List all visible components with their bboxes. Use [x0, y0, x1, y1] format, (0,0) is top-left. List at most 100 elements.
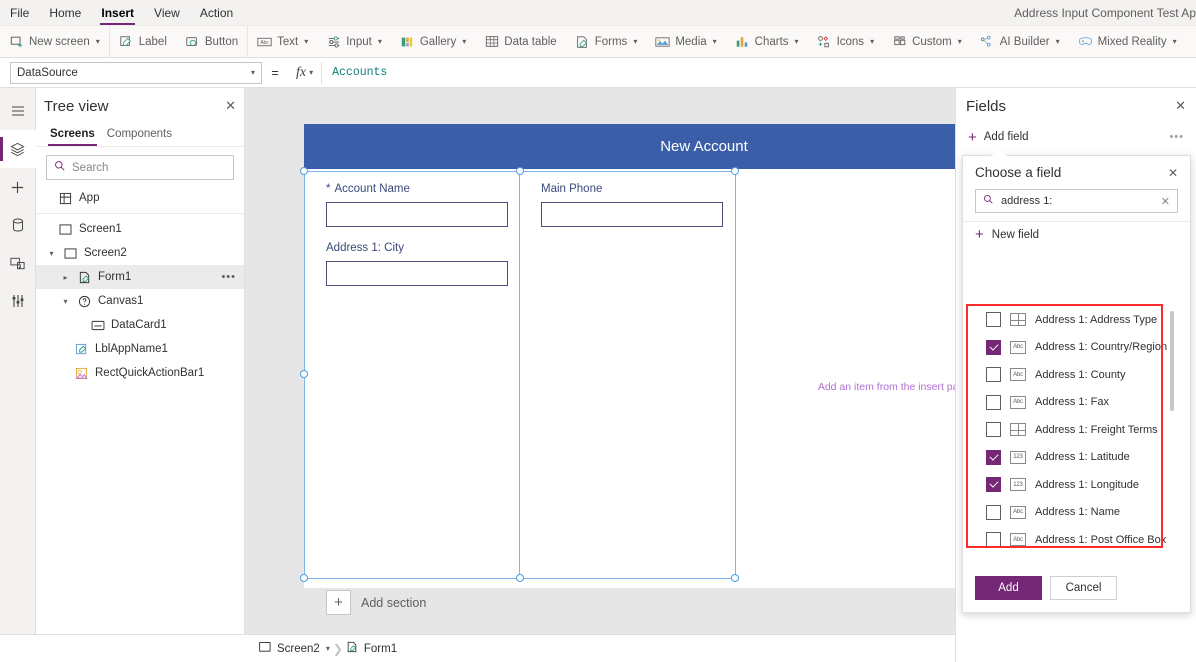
- new-screen-icon: [9, 34, 24, 49]
- tree-node-canvas1[interactable]: ▾ Canvas1: [36, 289, 244, 313]
- clear-icon[interactable]: ✕: [1161, 195, 1170, 208]
- cancel-button[interactable]: Cancel: [1050, 576, 1117, 600]
- form1[interactable]: * Account Name Main Phone Address 1: City…: [304, 171, 736, 615]
- hamburger-menu-icon[interactable]: [0, 92, 36, 130]
- breadcrumb-screen[interactable]: Screen2 ▾: [259, 642, 330, 655]
- chevron-right-icon[interactable]: ▸: [60, 273, 71, 282]
- forms-button[interactable]: Forms ▾: [566, 26, 647, 58]
- tree-node-app[interactable]: App: [36, 186, 244, 210]
- field-list-scrollbar[interactable]: [1170, 311, 1174, 411]
- button-button[interactable]: Button: [176, 26, 247, 58]
- field-row-country-region[interactable]: Abc Address 1: Country/Region: [967, 334, 1181, 362]
- media-button[interactable]: Media ▾: [646, 26, 725, 58]
- advanced-tools-icon[interactable]: [0, 282, 36, 320]
- field-checkbox[interactable]: [986, 367, 1001, 383]
- field-checkbox[interactable]: [986, 422, 1001, 438]
- field-row-fax[interactable]: Abc Address 1: Fax: [967, 389, 1181, 417]
- field-input-account-name[interactable]: [326, 202, 508, 227]
- close-icon[interactable]: ✕: [1175, 98, 1186, 114]
- breadcrumb-form[interactable]: Form1: [346, 641, 397, 656]
- field-row-name[interactable]: Abc Address 1: Name: [967, 499, 1181, 527]
- datacard-main-phone[interactable]: Main Phone: [541, 183, 723, 227]
- canvas-area[interactable]: New Account * Account Name Main Phone Ad…: [245, 88, 955, 634]
- field-type-text-icon: Abc: [1010, 395, 1026, 409]
- breadcrumb-form-label: Form1: [363, 642, 398, 655]
- data-table-button[interactable]: Data table: [475, 26, 565, 58]
- add-button[interactable]: Add: [975, 576, 1042, 600]
- tree-view-icon[interactable]: [0, 130, 36, 168]
- datacard-account-name[interactable]: * Account Name: [326, 183, 508, 227]
- field-row-longitude[interactable]: 123 Address 1: Longitude: [967, 471, 1181, 499]
- formula-input[interactable]: Accounts: [322, 62, 1196, 84]
- close-icon[interactable]: ✕: [1168, 166, 1178, 180]
- field-checkbox[interactable]: [986, 504, 1001, 520]
- close-icon[interactable]: ✕: [225, 98, 236, 114]
- fx-button[interactable]: fx ▾: [288, 61, 323, 84]
- chevron-down-icon[interactable]: ▾: [60, 297, 71, 306]
- field-checkbox[interactable]: [986, 312, 1001, 328]
- media-library-icon[interactable]: [0, 244, 36, 282]
- field-row-latitude[interactable]: 123 Address 1: Latitude: [967, 444, 1181, 472]
- app-screen[interactable]: New Account * Account Name Main Phone Ad…: [300, 124, 955, 615]
- tree-node-datacard1[interactable]: DataCard1: [36, 313, 244, 337]
- status-bar-left-fill: [0, 634, 245, 662]
- field-row-freight-terms[interactable]: Address 1: Freight Terms: [967, 416, 1181, 444]
- field-checkbox[interactable]: [986, 339, 1001, 355]
- icons-button[interactable]: Icons ▾: [808, 26, 884, 58]
- field-checkbox[interactable]: [986, 532, 1001, 548]
- ai-builder-button[interactable]: AI Builder ▾: [971, 26, 1069, 58]
- input-button[interactable]: Input ▾: [317, 26, 391, 58]
- field-input-main-phone[interactable]: [541, 202, 723, 227]
- new-screen-button[interactable]: New screen ▾: [0, 26, 109, 58]
- datacard-address1-city[interactable]: Address 1: City: [326, 242, 508, 286]
- menu-item-action[interactable]: Action: [190, 0, 243, 26]
- search-input[interactable]: Search: [46, 155, 234, 180]
- tab-screens[interactable]: Screens: [44, 124, 101, 146]
- field-checkbox[interactable]: [986, 449, 1001, 465]
- app-header-bar[interactable]: New Account: [304, 124, 955, 169]
- field-checkbox[interactable]: [986, 394, 1001, 410]
- custom-button[interactable]: Custom ▾: [883, 26, 971, 58]
- insert-icon[interactable]: [0, 168, 36, 206]
- menu-item-file[interactable]: File: [0, 0, 39, 26]
- mixed-reality-button[interactable]: Mixed Reality ▾: [1069, 26, 1186, 58]
- tree-node-form1[interactable]: ▸ Form1 •••: [36, 265, 244, 289]
- charts-button[interactable]: Charts ▾: [726, 26, 808, 58]
- chevron-down-icon[interactable]: ▾: [46, 249, 57, 258]
- field-type-text-icon: Abc: [1010, 533, 1026, 547]
- chevron-down-icon: ▾: [377, 37, 382, 46]
- chevron-down-icon: ▾: [1055, 37, 1060, 46]
- field-checkbox[interactable]: [986, 477, 1001, 493]
- menu-item-insert[interactable]: Insert: [91, 0, 144, 26]
- add-field-button[interactable]: + Add field •••: [956, 124, 1196, 150]
- menu-item-view[interactable]: View: [144, 0, 190, 26]
- field-search-input[interactable]: address 1: ✕: [975, 189, 1178, 213]
- more-options-icon[interactable]: •••: [221, 271, 236, 283]
- label-button[interactable]: Label: [110, 26, 176, 58]
- tree-node-rectquickactionbar1[interactable]: RectQuickActionBar1: [36, 361, 244, 385]
- tab-components[interactable]: Components: [101, 124, 178, 146]
- fields-panel-header: Fields ✕: [956, 88, 1196, 124]
- tree-node-lblappname1[interactable]: LblAppName1: [36, 337, 244, 361]
- custom-icon: [892, 34, 907, 49]
- gallery-button[interactable]: Gallery ▾: [391, 26, 475, 58]
- text-button[interactable]: Abc Text ▾: [248, 26, 317, 58]
- screen-icon: [58, 223, 73, 235]
- data-icon[interactable]: [0, 206, 36, 244]
- property-select[interactable]: DataSource ▾: [10, 61, 262, 84]
- more-options-icon[interactable]: •••: [1169, 131, 1184, 143]
- field-input-address1-city[interactable]: [326, 261, 508, 286]
- text-button-label: Text: [277, 35, 299, 48]
- field-row-county[interactable]: Abc Address 1: County: [967, 361, 1181, 389]
- menu-item-home[interactable]: Home: [39, 0, 91, 26]
- field-row-address-type[interactable]: Address 1: Address Type: [967, 306, 1181, 334]
- new-field-button[interactable]: + New field: [963, 221, 1190, 249]
- field-row-post-office-box[interactable]: Abc Address 1: Post Office Box: [967, 526, 1181, 551]
- add-section-button[interactable]: + Add section: [326, 590, 426, 615]
- plus-icon: +: [326, 590, 351, 615]
- ribbon-group-controls: Abc Text ▾ Input ▾ Gallery ▾ Data table …: [248, 26, 1186, 58]
- field-list[interactable]: Address 1: Address Type Abc Address 1: C…: [967, 306, 1181, 551]
- tree-node-screen2[interactable]: ▾ Screen2: [36, 241, 244, 265]
- field-type-text-icon: Abc: [1010, 340, 1026, 354]
- tree-node-screen1[interactable]: Screen1: [36, 217, 244, 241]
